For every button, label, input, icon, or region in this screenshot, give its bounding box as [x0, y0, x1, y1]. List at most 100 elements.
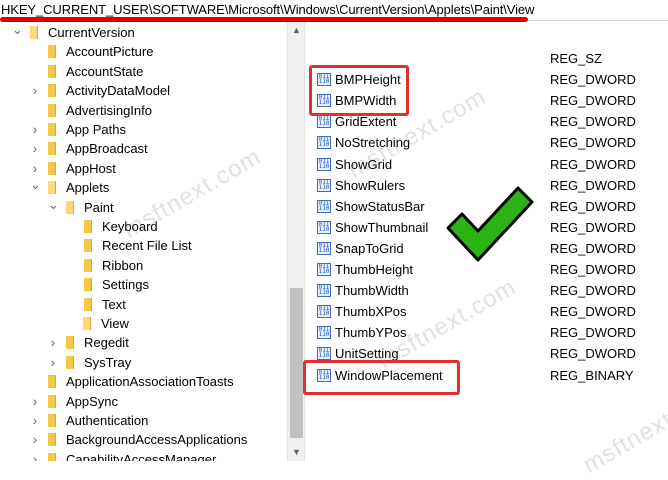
value-type: REG_DWORD — [550, 262, 636, 277]
registry-tree: ⌄ CurrentVersion AccountPicture AccountStat… — [0, 22, 287, 461]
value-type: REG_DWORD — [550, 283, 636, 299]
value-row[interactable]: 011 110 ShowGrid REG_DWORD — [310, 154, 668, 175]
folder-icon — [48, 142, 56, 156]
tree-item-label: Settings — [102, 277, 149, 293]
value-type: REG_DWORD — [550, 93, 636, 109]
chevron-right-icon[interactable]: › — [30, 120, 40, 139]
folder-icon — [84, 220, 92, 233]
address-path: HKEY_CURRENT_USER\SOFTWARE\Microsoft\Win… — [1, 2, 535, 17]
folder-open-icon — [30, 26, 38, 39]
chevron-right-icon[interactable]: › — [48, 333, 58, 352]
reg-binary-icon: 011 110 — [317, 199, 331, 213]
scrollbar-thumb[interactable] — [290, 288, 303, 438]
value-type: REG_DWORD — [550, 72, 636, 88]
reg-binary-icon: 011 110 — [317, 284, 331, 298]
value-name: SnapToGrid — [335, 240, 404, 256]
value-type: REG_DWORD — [550, 325, 636, 341]
value-row[interactable]: 011 110 NoStretching REG_DWORD — [310, 132, 668, 153]
value-type: REG_SZ — [550, 51, 603, 66]
value-name: ThumbWidth — [335, 283, 409, 299]
folder-icon — [48, 433, 56, 447]
tree-item-label: ActivityDataModel — [66, 83, 171, 99]
folder-icon — [66, 355, 74, 369]
green-check-icon — [446, 186, 534, 262]
value-type: REG_DWORD — [550, 219, 636, 235]
value-row[interactable]: 011 110 ThumbXPos REG_DWORD — [310, 301, 668, 322]
tree-item-label: Paint — [84, 199, 114, 215]
folder-icon — [48, 452, 56, 461]
chevron-right-icon[interactable]: › — [30, 139, 40, 158]
folder-open-icon — [48, 181, 56, 195]
tree-item-label: Regedit — [84, 335, 129, 351]
tree-item-label: Authentication — [66, 413, 149, 428]
tree-item-label: AccountState — [66, 63, 144, 79]
value-type: REG_DWORD — [550, 177, 636, 193]
value-name: NoStretching — [335, 135, 411, 151]
value-row[interactable]: 011 110 ThumbYPos REG_DWORD — [310, 322, 668, 343]
folder-icon — [48, 414, 56, 427]
reg-binary-icon: 011 110 — [317, 115, 331, 129]
tree-item-label: SysTray — [84, 354, 132, 370]
reg-binary-icon: 011 110 — [317, 178, 331, 192]
reg-binary-icon: 011 110 — [317, 347, 331, 361]
tree-item-label: App Paths — [66, 122, 126, 137]
folder-icon — [48, 64, 56, 78]
tree-item-label: AdvertisingInfo — [66, 102, 152, 118]
value-name: ShowStatusBar — [335, 198, 425, 214]
value-name: ShowThumbnail — [335, 219, 429, 235]
chevron-right-icon[interactable]: › — [30, 392, 40, 411]
folder-icon — [48, 394, 56, 408]
scroll-up-icon[interactable]: ▲ — [288, 22, 305, 39]
chevron-right-icon[interactable]: › — [30, 430, 40, 449]
value-type: REG_BINARY — [550, 367, 634, 383]
highlight-windowplacement-box — [303, 360, 460, 395]
reg-binary-icon: 011 110 — [317, 263, 331, 276]
reg-binary-icon: 011 110 — [317, 220, 331, 234]
value-name: ThumbYPos — [335, 325, 407, 341]
tree-item-label: AppSync — [66, 393, 119, 409]
chevron-right-icon[interactable]: › — [30, 411, 40, 430]
reg-binary-icon: 011 110 — [317, 305, 331, 319]
tree-item-label: CurrentVersion — [48, 25, 135, 40]
tree-item-label: ApplicationAssociationToasts — [66, 374, 234, 390]
tree-item-label: Text — [102, 296, 126, 312]
chevron-right-icon[interactable]: › — [30, 450, 40, 461]
tree-scrollbar[interactable]: ▲ ▼ — [287, 22, 305, 461]
chevron-down-icon[interactable]: ⌄ — [12, 22, 23, 39]
tree-item-label: Keyboard — [102, 219, 158, 234]
chevron-down-icon[interactable]: ⌄ — [30, 175, 41, 194]
value-type: REG_DWORD — [550, 346, 636, 362]
folder-icon — [66, 336, 74, 350]
tree-item-label: Applets — [66, 180, 110, 196]
folder-icon — [84, 258, 92, 272]
tree-item-label: AppHost — [66, 160, 116, 176]
reg-binary-icon: 011 110 — [317, 326, 331, 340]
reg-binary-icon: 011 110 — [317, 241, 331, 255]
tree-item[interactable]: View — [81, 314, 141, 333]
folder-icon — [84, 239, 92, 253]
folder-open-icon — [83, 317, 91, 330]
tree-item-label: AccountPicture — [66, 44, 154, 60]
value-row[interactable]: 011 110 ThumbWidth REG_DWORD — [310, 280, 668, 301]
tree-item-label: AppBroadcast — [66, 141, 148, 157]
tree-item-label: View — [101, 316, 129, 331]
chevron-right-icon[interactable]: › — [48, 353, 58, 372]
value-type: REG_DWORD — [550, 198, 636, 214]
tree-item-label: BackgroundAccessApplications — [66, 432, 248, 448]
tree-item-label: Ribbon — [102, 257, 144, 273]
value-name: ThumbXPos — [335, 304, 407, 320]
chevron-right-icon[interactable]: › — [30, 81, 40, 100]
chevron-down-icon[interactable]: ⌄ — [48, 195, 59, 214]
value-type: REG_DWORD — [550, 240, 636, 256]
reg-binary-icon: 011 110 — [317, 136, 331, 150]
folder-icon — [84, 297, 92, 311]
folder-icon — [48, 375, 56, 389]
folder-icon — [48, 123, 56, 136]
folder-open-icon — [66, 200, 74, 214]
value-type: REG_DWORD — [550, 114, 636, 130]
scroll-down-icon[interactable]: ▼ — [288, 444, 305, 461]
folder-icon — [48, 84, 56, 98]
reg-binary-icon: 011 110 — [317, 157, 331, 171]
tree-item-label: CapabilityAccessManager — [66, 451, 217, 461]
folder-icon — [84, 278, 92, 292]
